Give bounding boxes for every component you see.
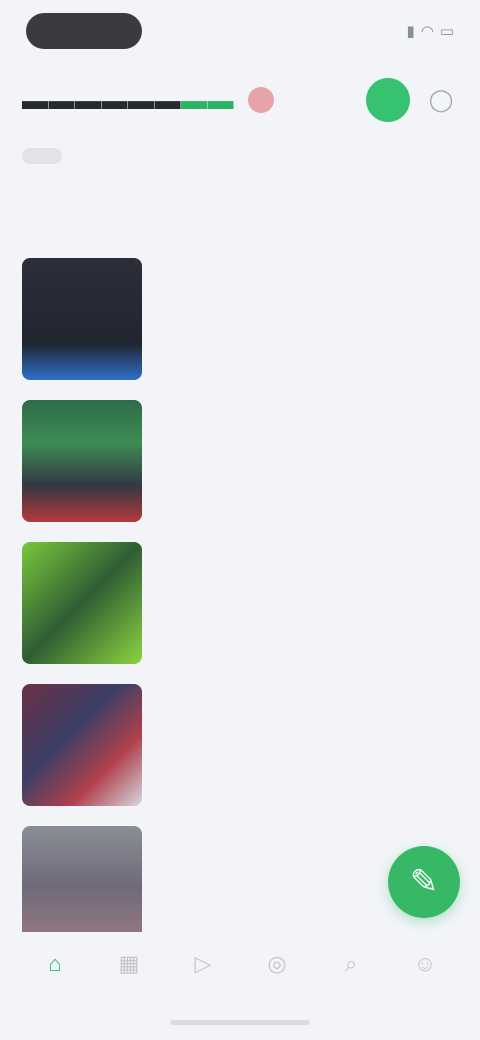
compose-button[interactable]: ✎ (388, 846, 460, 918)
news-item[interactable] (0, 542, 480, 684)
category-tabs (0, 136, 480, 176)
status-time (26, 13, 142, 49)
bottom-nav: ⌂ ▦ ▷ ◎ ⌕ ☺ (0, 932, 480, 996)
news-text (142, 684, 458, 722)
tab-4[interactable] (446, 148, 458, 164)
news-thumbnail[interactable] (22, 684, 142, 806)
news-item[interactable] (0, 684, 480, 826)
news-category (164, 412, 458, 428)
tab-1[interactable] (22, 148, 62, 164)
app-logo[interactable]: ▬▬▬▬▬▬ ▬▬ (22, 85, 274, 116)
signal-icon: ▮ (406, 23, 415, 40)
nav-search-icon[interactable]: ⌕ (331, 944, 371, 984)
status-bar: ▮ ◠ ▭ (0, 0, 480, 62)
nav-community-icon[interactable]: ◎ (257, 944, 297, 984)
news-thumbnail[interactable] (22, 826, 142, 948)
account-icon[interactable]: ◯ (424, 83, 458, 117)
tab-2[interactable] (182, 148, 194, 164)
wifi-icon: ◠ (420, 23, 434, 40)
news-text (142, 400, 458, 438)
news-thumbnail[interactable] (22, 400, 142, 522)
app-header: ▬▬▬▬▬▬ ▬▬ ◯ (0, 72, 480, 128)
logo-text-dark: ▬▬▬▬▬▬ (22, 84, 181, 115)
news-item[interactable] (0, 400, 480, 542)
battery-icon: ▭ (439, 23, 454, 40)
logo-text-green: ▬▬ (181, 84, 234, 115)
news-category (164, 696, 458, 712)
news-text (142, 258, 458, 296)
nav-profile-icon[interactable]: ☺ (405, 944, 445, 984)
logo-badge (248, 87, 274, 113)
status-icons: ▮ ◠ ▭ (406, 22, 454, 40)
nav-scores-icon[interactable]: ▦ (109, 944, 149, 984)
header-actions: ◯ (366, 78, 458, 122)
tab-3[interactable] (314, 148, 326, 164)
news-thumbnail[interactable] (22, 258, 142, 380)
compose-icon: ✎ (409, 863, 439, 901)
news-text (142, 542, 458, 580)
live-icon[interactable] (366, 78, 410, 122)
news-thumbnail[interactable] (22, 542, 142, 664)
nav-video-icon[interactable]: ▷ (183, 944, 223, 984)
home-indicator[interactable] (170, 1020, 310, 1025)
nav-home-icon[interactable]: ⌂ (35, 944, 75, 984)
news-category (164, 554, 458, 570)
news-category (164, 270, 458, 286)
news-item[interactable] (0, 258, 480, 400)
